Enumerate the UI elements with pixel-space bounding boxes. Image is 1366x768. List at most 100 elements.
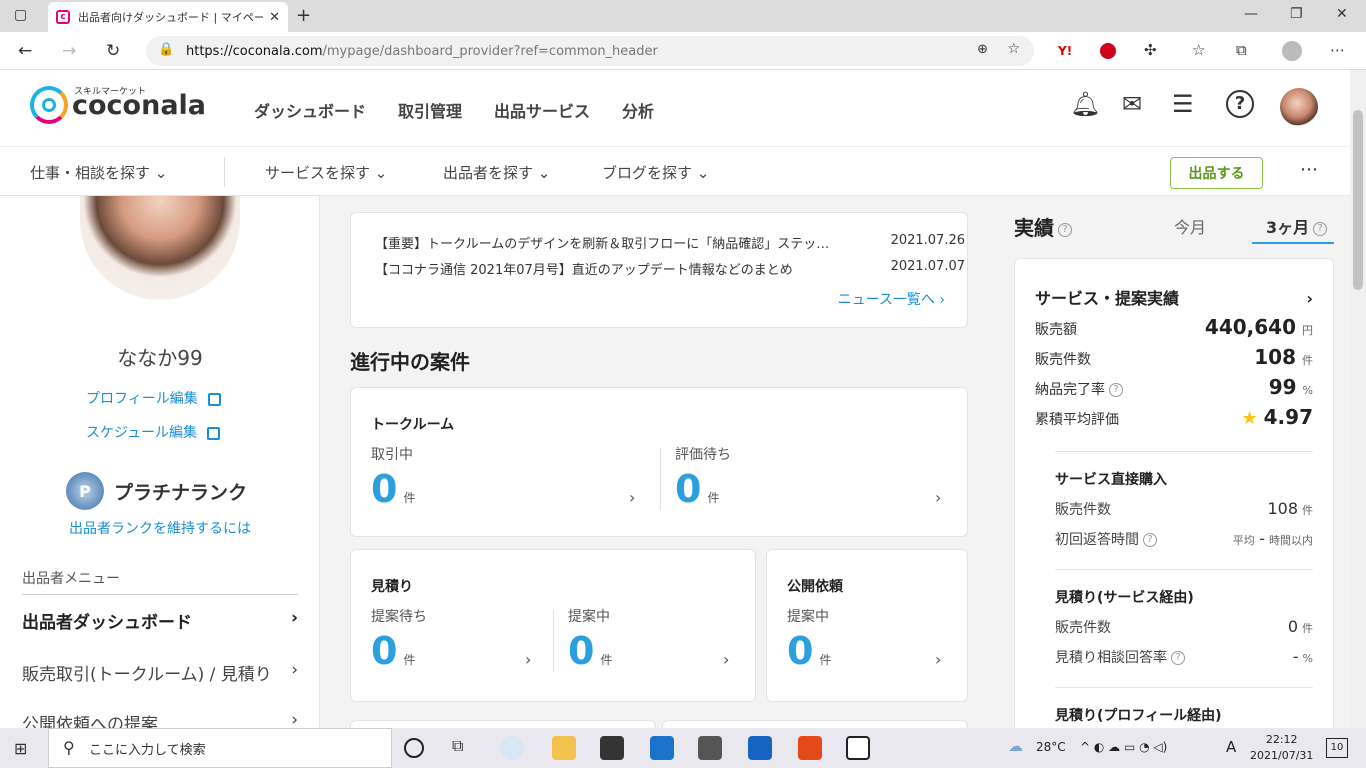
coconala-logo[interactable]: coconala スキルマーケット xyxy=(30,86,206,124)
estimate-answer-rate: 見積り相談回答率? -% xyxy=(1055,647,1313,666)
zoom-icon[interactable]: ⊕ xyxy=(977,42,988,57)
chevron-right-icon[interactable]: › xyxy=(629,488,635,507)
red-extension-icon[interactable] xyxy=(1100,43,1116,59)
extensions-icon[interactable]: ✣ xyxy=(1144,41,1157,59)
logo-mark-icon xyxy=(30,86,68,124)
close-window-icon[interactable]: ✕ xyxy=(1336,6,1348,22)
page-scrollbar[interactable] xyxy=(1350,70,1366,728)
talkroom-awaiting-review[interactable]: 評価待ち 0件 xyxy=(675,444,731,508)
first-response-time: 初回返答時間? 平均 - 時間以内 xyxy=(1055,529,1313,548)
minimize-icon[interactable]: — xyxy=(1244,6,1258,22)
help-icon[interactable]: ? xyxy=(1171,651,1185,665)
collections-icon[interactable]: ⧉ xyxy=(1236,41,1247,59)
chevron-right-icon[interactable]: › xyxy=(525,650,531,669)
platinum-rank-icon: P xyxy=(66,472,104,510)
tab-this-month[interactable]: 今月 xyxy=(1174,214,1206,238)
subnav-sellers[interactable]: 出品者を探す ⌄ xyxy=(443,162,550,183)
browser-tab[interactable]: c 出品者向けダッシュボード | マイページ ✕ xyxy=(48,2,288,32)
cortana-icon[interactable] xyxy=(404,738,424,758)
mail-icon[interactable]: ✉ xyxy=(1122,90,1142,118)
forward-icon[interactable]: → xyxy=(62,41,76,61)
weather-temp[interactable]: 28°C xyxy=(1036,740,1066,754)
menu-sales-talkroom[interactable]: 販売取引(トークルーム) / 見積り › xyxy=(22,660,298,685)
divider xyxy=(1055,451,1313,452)
help-icon[interactable]: ? xyxy=(1313,221,1328,236)
news-item[interactable]: 【重要】トークルームのデザインを刷新＆取引フローに「納品確認」ステップ追加 20… xyxy=(375,233,965,252)
estimate-proposing[interactable]: 提案中 0件 xyxy=(568,606,612,670)
menu-seller-dashboard[interactable]: 出品者ダッシュボード › xyxy=(22,608,298,633)
star-icon: ★ xyxy=(1241,408,1258,429)
store-icon[interactable] xyxy=(600,736,624,760)
subnav-blogs[interactable]: ブログを探す ⌄ xyxy=(602,162,709,183)
favorites-icon[interactable]: ☆ xyxy=(1192,41,1205,59)
url-field[interactable]: 🔒 https://coconala.com/mypage/dashboard_… xyxy=(146,36,1034,66)
checklist-icon[interactable]: ☰ xyxy=(1172,90,1194,118)
new-tab-icon[interactable]: + xyxy=(296,5,311,26)
results-card-header[interactable]: サービス・提案実績 › xyxy=(1035,285,1313,309)
talkroom-in-progress[interactable]: 取引中 0件 xyxy=(371,444,415,508)
help-icon[interactable]: ? xyxy=(1058,222,1072,237)
estimate-awaiting[interactable]: 提案待ち 0件 xyxy=(371,606,427,670)
rank-maintain-link[interactable]: 出品者ランクを維持するには xyxy=(0,518,319,538)
cell-divider xyxy=(553,610,554,672)
scrollbar-thumb[interactable] xyxy=(1353,110,1363,290)
sell-button[interactable]: 出品する xyxy=(1170,157,1263,189)
restore-icon[interactable]: ❐ xyxy=(1290,6,1303,22)
close-tab-icon[interactable]: ✕ xyxy=(269,10,280,25)
reload-icon[interactable]: ↻ xyxy=(106,41,120,61)
task-view-icon[interactable]: ⧉ xyxy=(452,736,476,760)
nav-dashboard[interactable]: ダッシュボード xyxy=(254,98,366,122)
help-icon[interactable]: ? xyxy=(1226,90,1254,118)
in-progress-title: 進行中の案件 xyxy=(350,350,470,374)
help-icon[interactable]: ? xyxy=(1109,383,1123,397)
edit-schedule-link[interactable]: スケジュール編集 xyxy=(86,422,221,442)
chevron-right-icon[interactable]: › xyxy=(935,488,941,507)
taskbar-search[interactable]: ⚲ ここに入力して検索 xyxy=(48,728,392,768)
help-icon[interactable]: ? xyxy=(1143,533,1157,547)
ime-indicator[interactable]: A xyxy=(1226,738,1236,756)
office-icon[interactable] xyxy=(798,736,822,760)
browser-tab-bar: ▢ c 出品者向けダッシュボード | マイページ ✕ + — ❐ ✕ xyxy=(0,0,1366,32)
rank-name: プラチナランク xyxy=(114,481,248,504)
user-avatar[interactable] xyxy=(1280,88,1318,126)
system-tray-icons[interactable]: ^ ◐ ☁ ▭ ◔ ◁) xyxy=(1080,740,1167,754)
external-link-icon xyxy=(207,426,221,440)
estimate-sales-count: 販売件数 0 件 xyxy=(1055,617,1313,636)
browser-menu-icon[interactable]: ⋯ xyxy=(1330,41,1345,59)
notifications-icon[interactable]: 10 xyxy=(1326,738,1348,758)
external-link-icon xyxy=(207,392,221,406)
clock[interactable]: 22:12 2021/07/31 xyxy=(1250,732,1313,764)
public-request-proposing[interactable]: 提案中 0件 xyxy=(787,606,831,670)
tab-three-months[interactable]: 3ヶ月? xyxy=(1266,214,1328,238)
nav-transactions[interactable]: 取引管理 xyxy=(398,98,462,122)
favorite-add-icon[interactable]: ☆ xyxy=(1007,41,1020,57)
talkroom-title: トークルーム xyxy=(371,417,455,433)
file-explorer-icon[interactable] xyxy=(552,736,576,760)
mail-app-icon[interactable] xyxy=(650,736,674,760)
edge-icon[interactable] xyxy=(500,736,524,760)
windows-start-icon[interactable]: ⊞ xyxy=(14,739,27,758)
news-item[interactable]: 【ココナラ通信 2021年07月号】直近のアップデート情報などのまとめ 2021… xyxy=(375,259,965,278)
rank: P プラチナランク xyxy=(66,472,247,510)
subnav-jobs[interactable]: 仕事・相談を探す ⌄ xyxy=(30,162,167,183)
edit-profile-link[interactable]: プロフィール編集 xyxy=(86,388,221,408)
profile-icon[interactable] xyxy=(1282,41,1302,61)
subnav-services[interactable]: サービスを探す ⌄ xyxy=(265,162,387,183)
tab-actions-icon[interactable]: ▢ xyxy=(14,7,27,23)
nav-analytics[interactable]: 分析 xyxy=(622,98,654,122)
yahoo-extension-icon[interactable]: Y! xyxy=(1058,44,1072,58)
back-icon[interactable]: ← xyxy=(18,41,32,61)
menu-public-proposal[interactable]: 公開依頼への提案 › xyxy=(22,710,298,728)
app-icon[interactable] xyxy=(698,736,722,760)
nav-services[interactable]: 出品サービス xyxy=(494,98,590,122)
weather-icon[interactable]: ☁ xyxy=(1008,737,1023,755)
app-icon[interactable] xyxy=(748,736,772,760)
chevron-right-icon[interactable]: › xyxy=(723,650,729,669)
news-list-link[interactable]: ニュース一覧へ › xyxy=(838,289,945,309)
chevron-right-icon[interactable]: › xyxy=(935,650,941,669)
app-icon[interactable] xyxy=(846,736,870,760)
bell-icon[interactable]: 🔔︎ xyxy=(1070,90,1100,118)
cell-divider xyxy=(660,448,661,510)
results-card: サービス・提案実績 › 販売額 440,640 円 販売件数 108 件 納品完了率? 99… xyxy=(1014,258,1334,728)
more-icon[interactable]: ⋯ xyxy=(1300,159,1318,180)
